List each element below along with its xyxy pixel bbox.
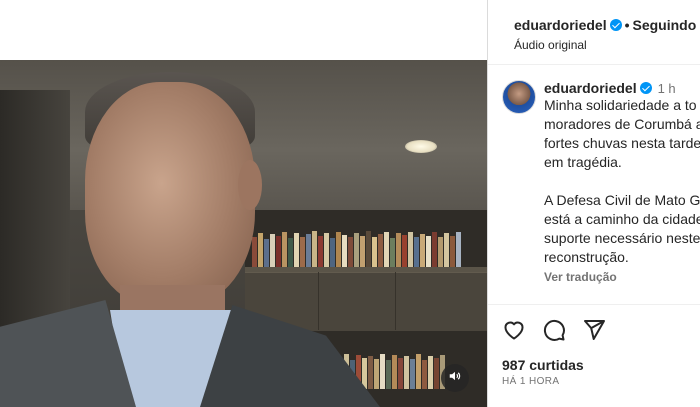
post-date: HÁ 1 HORA (502, 376, 560, 387)
caption-line: em tragédia. (544, 154, 622, 170)
see-translation-link[interactable]: Ver tradução (544, 270, 617, 284)
caption-line: Minha solidariedade a to (544, 97, 697, 113)
verified-icon (639, 82, 652, 94)
post-header: eduardoriedel • Seguindo Áudio original (488, 0, 700, 65)
likes-count[interactable]: 987 curtidas (502, 357, 584, 373)
comment-button[interactable] (542, 318, 566, 347)
cabinet-line (395, 272, 396, 330)
verified-icon (609, 19, 622, 31)
cabinet-line (318, 272, 319, 330)
ceiling-light (405, 140, 437, 153)
caption-line (544, 172, 700, 191)
caption-user-line: eduardoriedel 1 h (544, 80, 676, 96)
like-button[interactable] (502, 320, 526, 344)
caption-line: está a caminho da cidade (544, 211, 700, 227)
avatar[interactable] (502, 80, 536, 114)
audio-link[interactable]: Áudio original (514, 38, 587, 52)
caption-time: 1 h (657, 81, 676, 96)
caption-line: fortes chuvas nesta tarde (544, 135, 700, 151)
mute-button[interactable] (441, 364, 469, 392)
header-user-line: eduardoriedel • Seguindo (514, 17, 696, 33)
caption-text: Minha solidariedade a to moradores de Co… (544, 96, 700, 267)
header-separator: • (624, 17, 630, 33)
following-button[interactable]: Seguindo (633, 17, 697, 33)
heart-icon (502, 318, 526, 347)
caption-line: suporte necessário neste (544, 230, 700, 246)
caption-line: A Defesa Civil de Mato G (544, 192, 700, 208)
video-wall (0, 90, 70, 350)
video-player[interactable] (0, 60, 487, 407)
caption-line: reconstrução. (544, 249, 629, 265)
share-button[interactable] (582, 318, 606, 347)
books-row (252, 230, 461, 267)
actions-divider (488, 304, 700, 305)
person-ear (238, 160, 262, 210)
share-icon (582, 318, 606, 347)
caption-line: moradores de Corumbá a (544, 116, 700, 132)
comment-icon (542, 318, 566, 347)
caption-username[interactable]: eduardoriedel (544, 80, 637, 96)
header-username[interactable]: eduardoriedel (514, 17, 607, 33)
speaker-icon (448, 369, 462, 388)
post-blank-area (0, 0, 487, 60)
action-bar (502, 318, 606, 347)
person-face (85, 82, 255, 307)
